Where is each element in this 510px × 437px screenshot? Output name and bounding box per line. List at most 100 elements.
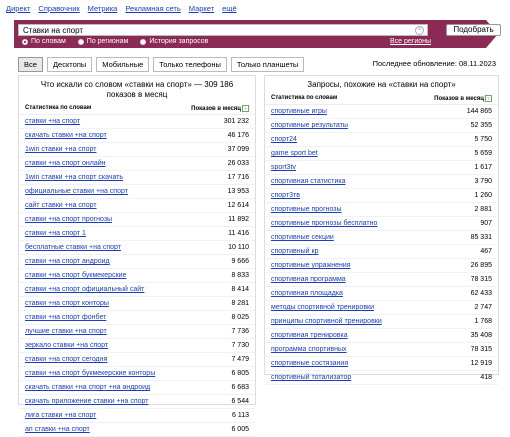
table-row: спортивные упражнения 26 895 [265, 259, 498, 273]
nav-link-more[interactable]: ещё [222, 4, 237, 16]
query-link[interactable]: спорт24 [271, 133, 297, 146]
query-link[interactable]: sport3tv [271, 161, 296, 174]
panel-title: Запросы, похожие на «ставки на спорт» [307, 80, 456, 89]
impressions-count: 8 281 [231, 300, 249, 307]
nav-link-ad-network[interactable]: Рекламная сеть [125, 4, 180, 16]
table-row: методы спортивной тренировки 2 747 [265, 301, 498, 315]
nav-link-market[interactable]: Маркет [189, 4, 214, 16]
table-row: спортивные прогнозы бесплатно 907 [265, 217, 498, 231]
query-link[interactable]: ставки +на спорт [25, 115, 80, 128]
query-link[interactable]: 1win ставки +на спорт скачать [25, 171, 123, 184]
tab-tablets-only[interactable]: Только планшеты [230, 57, 305, 72]
impressions-count: 6 005 [231, 426, 249, 433]
impressions-count: 144 865 [466, 108, 492, 115]
nav-link-reference[interactable]: Справочник [38, 4, 79, 16]
table-row: ставки +на спорт 301 232 [19, 115, 255, 129]
query-link[interactable]: ставки +на спорт сегодня [25, 353, 107, 366]
query-link[interactable]: лига ставки +на спорт [25, 409, 96, 422]
search-button[interactable]: Подобрать [446, 24, 501, 36]
query-link[interactable]: лучшие ставки +на спорт [25, 325, 107, 338]
nav-link-metrika[interactable]: Метрика [88, 4, 118, 16]
impressions-count: 10 110 [228, 244, 249, 251]
impressions-count: 52 355 [470, 122, 492, 129]
query-link[interactable]: ставки +на спорт букмекерские [25, 269, 126, 282]
query-link[interactable]: скачать ставки +на спорт +на андроид [25, 381, 150, 394]
query-link[interactable]: 1win ставки +на спорт [25, 143, 96, 156]
query-link[interactable]: ап ставки +на спорт [25, 423, 90, 436]
mode-history[interactable]: История запросов [140, 38, 208, 45]
table-row: спортивные состязания 12 919 [265, 357, 498, 371]
query-link[interactable]: спортивные игры [271, 105, 327, 118]
word-stats-rows: ставки +на спорт 301 232 скачать ставки +н… [19, 115, 255, 437]
impressions-count: 46 176 [227, 132, 249, 139]
query-link[interactable]: методы спортивной тренировки [271, 301, 374, 314]
impressions-count: 2 747 [474, 304, 492, 311]
query-link[interactable]: принципы спортивной тренировки [271, 315, 382, 328]
query-link[interactable]: ставки +на спорт онлайн [25, 157, 106, 170]
query-link[interactable]: спортивные состязания [271, 357, 348, 370]
table-row: принципы спортивной тренировки 1 768 [265, 315, 498, 329]
query-link[interactable]: зеркало ставки +на спорт [25, 339, 108, 352]
query-link[interactable]: спортивный кр [271, 245, 318, 258]
impressions-count: 1 260 [474, 192, 492, 199]
query-link[interactable]: ставки +на спорт официальный сайт [25, 283, 144, 296]
query-link[interactable]: спортивная статистика [271, 175, 345, 188]
query-link[interactable]: спортивный тотализатор [271, 371, 351, 384]
table-row: спорт3тв 1 260 [265, 189, 498, 203]
search-input[interactable]: Ставки на спорт × [18, 24, 428, 36]
impressions-count: 2 881 [474, 206, 492, 213]
query-link[interactable]: game sport bet [271, 147, 318, 160]
table-row: game sport bet 5 659 [265, 147, 498, 161]
tab-desktops[interactable]: Десктопы [46, 57, 93, 72]
tab-all[interactable]: Все [18, 57, 43, 72]
table-row: ставки +на спорт фонбет 8 025 [19, 311, 255, 325]
impressions-count: 17 716 [227, 174, 249, 181]
tab-mobile[interactable]: Мобильные [96, 57, 150, 72]
nav-link-direct[interactable]: Директ [6, 4, 30, 16]
impressions-count: 1 617 [474, 164, 492, 171]
help-icon[interactable]: ? [485, 95, 492, 102]
query-link[interactable]: спортивные упражнения [271, 259, 351, 272]
query-link[interactable]: спортивные прогнозы бесплатно [271, 217, 377, 230]
table-row: спортивная тренировка 35 408 [265, 329, 498, 343]
query-link[interactable]: спортивные секции [271, 231, 334, 244]
all-regions-link[interactable]: Все регионы [390, 38, 431, 45]
impressions-count: 7 479 [231, 356, 249, 363]
query-link[interactable]: сайт ставки +на спорт [25, 199, 97, 212]
table-row: ставки +на спорт букмекерские конторы 6 8… [19, 367, 255, 381]
mode-by-regions[interactable]: По регионам [77, 38, 128, 45]
query-link[interactable]: ставки +на спорт прогнозы [25, 213, 112, 226]
help-icon[interactable]: ? [242, 105, 249, 112]
clear-icon[interactable]: × [415, 26, 424, 35]
query-link[interactable]: бесплатные ставки +на спорт [25, 241, 121, 254]
impressions-count: 907 [480, 220, 492, 227]
table-row: спортивный тотализатор 418 [265, 371, 498, 385]
impressions-count: 8 025 [231, 314, 249, 321]
impressions-count: 62 433 [470, 290, 492, 297]
query-link[interactable]: ставки +на спорт конторы [25, 297, 109, 310]
query-link[interactable]: спортивные результаты [271, 119, 348, 132]
query-link[interactable]: ставки +на спорт букмекерские конторы [25, 367, 155, 380]
query-link[interactable]: спортивная программа [271, 273, 346, 286]
mode-by-words[interactable]: По словам [22, 38, 66, 45]
query-link[interactable]: скачать ставки +на спорт [25, 129, 107, 142]
query-link[interactable]: ставки +на спорт фонбет [25, 311, 106, 324]
query-link[interactable]: ставки +на спорт 1 [25, 227, 86, 240]
query-link[interactable]: спортивные прогнозы [271, 203, 342, 216]
impressions-count: 13 953 [227, 188, 249, 195]
impressions-count: 78 315 [470, 276, 492, 283]
query-link[interactable]: ставки +на спорт андроид [25, 255, 110, 268]
table-row: лига ставки +на спорт 6 113 [19, 409, 255, 423]
query-link[interactable]: спортивная площадка [271, 287, 343, 300]
table-row: 1win ставки +на спорт скачать 17 716 [19, 171, 255, 185]
search-input-value: Ставки на спорт [23, 26, 84, 35]
tab-phones-only[interactable]: Только телефоны [153, 57, 227, 72]
query-link[interactable]: спорт3тв [271, 189, 300, 202]
query-link[interactable]: спортивная тренировка [271, 329, 348, 342]
table-row: 1win ставки +на спорт 37 099 [19, 143, 255, 157]
query-link[interactable]: скачать приложение ставки +на спорт [25, 395, 148, 408]
panel-title: Что искали со словом «ставки на спорт» —… [40, 80, 234, 99]
table-row: скачать ставки +на спорт 46 176 [19, 129, 255, 143]
query-link[interactable]: официальные ставки +на спорт [25, 185, 128, 198]
query-link[interactable]: программа спортивных [271, 343, 347, 356]
